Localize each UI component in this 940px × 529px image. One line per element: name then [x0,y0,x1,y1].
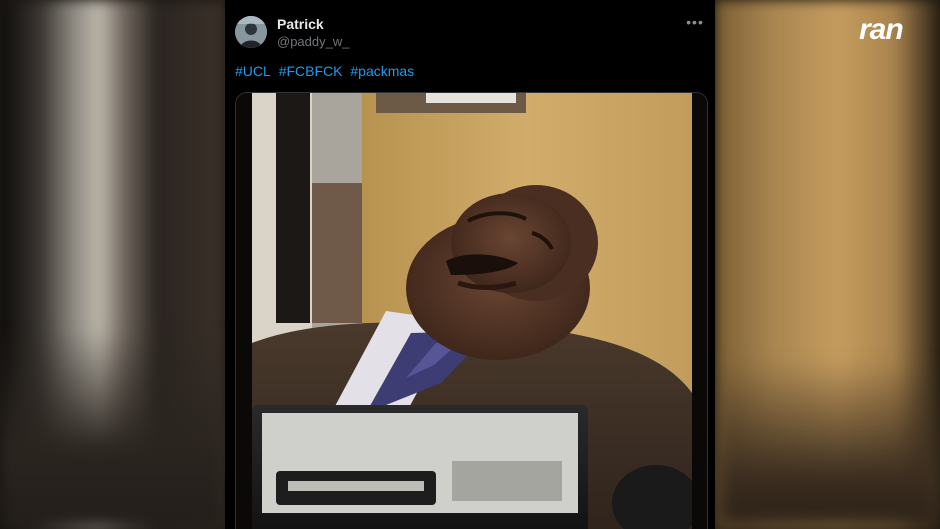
background-left-lower-blur [0,330,225,529]
hashtag-link[interactable]: #FCBFCK [279,63,343,79]
ran-logo: ran [858,12,924,46]
tweet-card: Patrick @paddy_w_ ••• #UCL #FCBFCK #pack… [225,0,715,529]
ellipsis-icon[interactable]: ••• [685,12,705,32]
author-handle[interactable]: @paddy_w_ [277,34,349,49]
hashtag-line: #UCL #FCBFCK #packmas [235,63,418,79]
tweet-media[interactable] [235,92,708,529]
ran-logo-mark: ran [859,13,904,46]
avatar-image [235,16,267,48]
avatar[interactable] [235,16,267,48]
author-name[interactable]: Patrick [277,16,324,32]
background-right-lower-blur [715,360,940,529]
media-scene [236,93,707,529]
hashtag-link[interactable]: #UCL [235,63,271,79]
hashtag-link[interactable]: #packmas [350,63,414,79]
svg-text:ran: ran [859,13,903,46]
